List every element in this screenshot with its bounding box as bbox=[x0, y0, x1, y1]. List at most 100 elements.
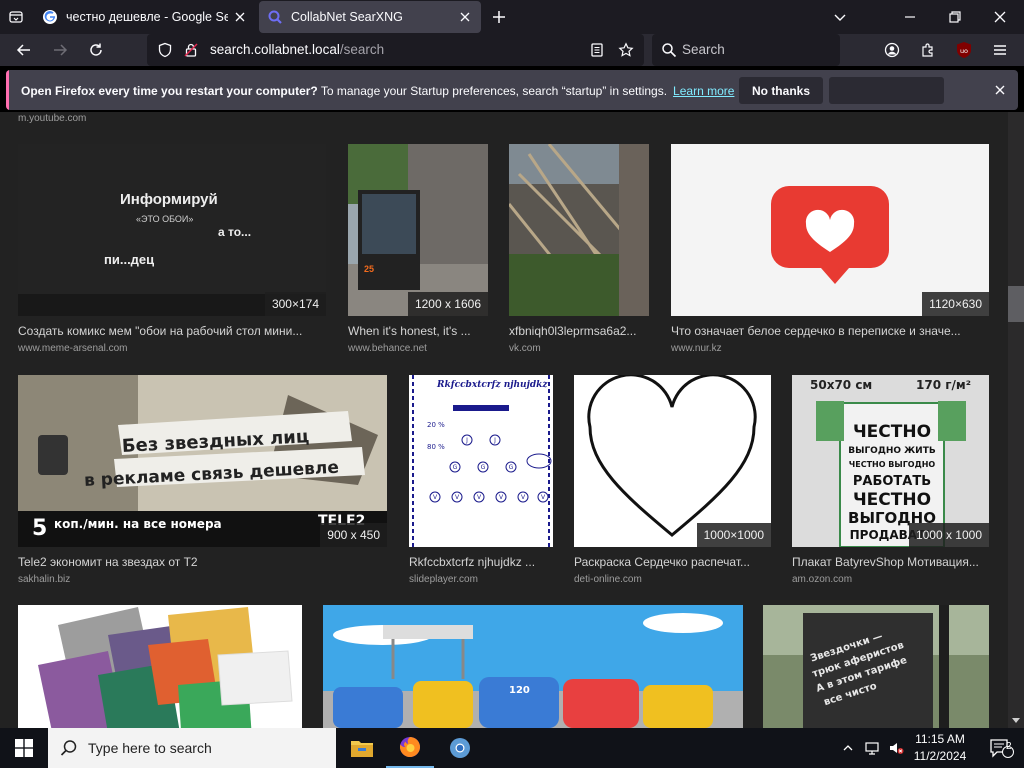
image-result[interactable]: Звездочки — трюк аферистов А в этом тари… bbox=[763, 605, 989, 728]
reload-icon[interactable] bbox=[88, 42, 104, 58]
clock-date: 11/2/2024 bbox=[913, 749, 967, 763]
image-result[interactable]: 50х70 см 170 г/м² ЧЕСТНО ВЫГОДНО ЖИТЬ ЧЕ… bbox=[792, 375, 989, 589]
account-icon[interactable] bbox=[884, 42, 900, 58]
result-thumbnail[interactable]: 50х70 см 170 г/м² ЧЕСТНО ВЫГОДНО ЖИТЬ ЧЕ… bbox=[792, 375, 989, 547]
chevron-down-icon[interactable] bbox=[832, 9, 848, 25]
result-thumbnail[interactable]: 1120×630 bbox=[671, 144, 989, 316]
searxng-icon bbox=[267, 9, 283, 25]
result-title[interactable]: Что означает белое сердечко в переписке … bbox=[671, 324, 989, 338]
scroll-down-arrow-icon[interactable] bbox=[1010, 716, 1022, 726]
result-title[interactable]: Rkfccbxtcrfz njhujdkz ... bbox=[409, 555, 553, 569]
startup-notification-bar: Open Firefox every time you restart your… bbox=[6, 70, 1018, 110]
notification-center-icon[interactable]: 2 bbox=[980, 728, 1024, 768]
lock-icon[interactable] bbox=[183, 42, 199, 58]
image-result[interactable]: xfbniqh0l3leprmsa6a2... vk.com bbox=[509, 144, 649, 358]
resolution-badge: 300×174 bbox=[264, 292, 326, 316]
image-result[interactable] bbox=[18, 605, 302, 728]
result-thumbnail[interactable]: Информируй «ЭТО ОБОИ» а то... пи...дец 3… bbox=[18, 144, 326, 316]
restore-icon[interactable] bbox=[947, 9, 963, 25]
result-title[interactable]: When it's honest, it's ... bbox=[348, 324, 488, 338]
svg-text:uo: uo bbox=[960, 47, 968, 55]
result-thumbnail[interactable] bbox=[18, 605, 302, 728]
tab-google-search[interactable]: честно дешевле - Google Search bbox=[34, 1, 256, 33]
result-domain: deti-online.com bbox=[574, 574, 642, 585]
firefox-icon bbox=[398, 735, 422, 759]
network-icon[interactable] bbox=[860, 728, 884, 768]
result-title[interactable]: Плакат BatyrevShop Мотивация... bbox=[792, 555, 989, 569]
result-title[interactable]: Раскраска Сердечко распечат... bbox=[574, 555, 771, 569]
scrollbar-thumb[interactable] bbox=[1008, 286, 1024, 322]
minimize-icon[interactable] bbox=[902, 9, 918, 25]
image-results-page: m.youtube.com Информируй «ЭТО ОБОИ» а то… bbox=[0, 112, 1024, 728]
bookmark-star-icon[interactable] bbox=[618, 42, 634, 58]
result-thumbnail[interactable]: Звездочки — трюк аферистов А в этом тари… bbox=[763, 605, 989, 728]
result-thumbnail[interactable]: 25 1200 x 1606 bbox=[348, 144, 488, 316]
close-tab-icon[interactable] bbox=[232, 9, 248, 25]
partial-result-domain: m.youtube.com bbox=[18, 113, 87, 124]
result-domain: www.meme-arsenal.com bbox=[18, 343, 128, 354]
thumb-text: J bbox=[493, 437, 496, 444]
tab-list-icon[interactable] bbox=[8, 9, 24, 25]
image-result[interactable]: 1000×1000 Раскраска Сердечко распечат...… bbox=[574, 375, 771, 589]
shield-icon[interactable] bbox=[157, 42, 173, 58]
address-bar[interactable]: search.collabnet.local/search bbox=[147, 34, 644, 66]
resolution-badge: 1000 x 1000 bbox=[908, 523, 989, 547]
back-icon[interactable] bbox=[16, 42, 32, 58]
folder-icon bbox=[350, 738, 374, 758]
forward-icon[interactable] bbox=[52, 42, 68, 58]
no-thanks-button[interactable]: No thanks bbox=[739, 77, 823, 104]
google-icon bbox=[42, 9, 58, 25]
search-icon bbox=[661, 42, 677, 58]
thumb-text: ЧЕСТНО ВЫГОДНО bbox=[849, 460, 936, 469]
url-text[interactable]: search.collabnet.local/search bbox=[210, 42, 384, 57]
result-domain: sakhalin.biz bbox=[18, 574, 71, 585]
result-thumbnail[interactable]: 1000×1000 bbox=[574, 375, 771, 547]
taskbar-chromium[interactable] bbox=[436, 728, 484, 768]
taskbar-search-placeholder: Type here to search bbox=[88, 740, 212, 756]
url-host: search.collabnet.local bbox=[210, 42, 340, 57]
page-scrollbar[interactable] bbox=[1008, 112, 1024, 728]
resolution-badge: 1200 x 1606 bbox=[407, 292, 488, 316]
result-title[interactable]: Tele2 экономит на звездах от Т2 bbox=[18, 555, 387, 569]
image-result[interactable]: 120 bbox=[323, 605, 743, 728]
result-thumbnail[interactable]: Без звездных лиц в рекламе связь дешевле… bbox=[18, 375, 387, 547]
taskbar-search-box[interactable]: Type here to search bbox=[48, 728, 336, 768]
tab-collabnet-searxng[interactable]: CollabNet SearXNG bbox=[259, 1, 481, 33]
image-result[interactable]: Rkfccbxtcrfz njhujdkz 20 % 80 % J J G G … bbox=[409, 375, 553, 589]
notification-accent bbox=[6, 70, 9, 110]
search-box[interactable]: Search bbox=[652, 34, 840, 66]
ublock-icon[interactable]: uo bbox=[955, 41, 973, 59]
thumb-text: ЧЕСТНО bbox=[853, 490, 931, 510]
reader-view-icon[interactable] bbox=[589, 42, 605, 58]
new-tab-icon[interactable] bbox=[491, 9, 507, 25]
taskbar-clock[interactable]: 11:15 AM 11/2/2024 bbox=[900, 731, 980, 765]
thumb-text: коп./мин. на все номера bbox=[54, 517, 222, 531]
notification-message: Open Firefox every time you restart your… bbox=[21, 84, 734, 98]
close-window-icon[interactable] bbox=[992, 9, 1008, 25]
start-button[interactable] bbox=[0, 728, 48, 768]
taskbar-firefox[interactable] bbox=[386, 728, 434, 768]
notification-action-button[interactable] bbox=[829, 77, 944, 104]
notification-text: To manage your Startup preferences, sear… bbox=[320, 84, 668, 98]
extensions-icon[interactable] bbox=[920, 42, 936, 58]
result-thumbnail[interactable]: 120 bbox=[323, 605, 743, 728]
learn-more-link[interactable]: Learn more bbox=[673, 84, 734, 98]
result-title[interactable]: Создать комикс мем "обои на рабочий стол… bbox=[18, 324, 326, 338]
menu-icon[interactable] bbox=[992, 42, 1008, 58]
result-title[interactable]: xfbniqh0l3leprmsa6a2... bbox=[509, 324, 649, 338]
thumb-text: 170 г/м² bbox=[916, 378, 971, 392]
image-result[interactable]: 25 1200 x 1606 When it's honest, it's ..… bbox=[348, 144, 488, 358]
image-result[interactable]: 1120×630 Что означает белое сердечко в п… bbox=[671, 144, 989, 358]
resolution-badge: 1000×1000 bbox=[696, 523, 771, 547]
close-tab-icon[interactable] bbox=[457, 9, 473, 25]
notification-count: 2 bbox=[1006, 741, 1012, 752]
chevron-up-icon[interactable] bbox=[836, 728, 860, 768]
image-result[interactable]: Без звездных лиц в рекламе связь дешевле… bbox=[18, 375, 387, 589]
image-result[interactable]: Информируй «ЭТО ОБОИ» а то... пи...дец 3… bbox=[18, 144, 326, 358]
thumb-text: 20 % bbox=[427, 421, 445, 429]
result-thumbnail[interactable]: Rkfccbxtcrfz njhujdkz 20 % 80 % J J G G … bbox=[409, 375, 553, 547]
result-thumbnail[interactable] bbox=[509, 144, 649, 316]
close-notification-icon[interactable] bbox=[992, 82, 1008, 98]
taskbar-file-explorer[interactable] bbox=[338, 728, 386, 768]
thumb-text: ЧЕСТНО bbox=[853, 422, 931, 442]
